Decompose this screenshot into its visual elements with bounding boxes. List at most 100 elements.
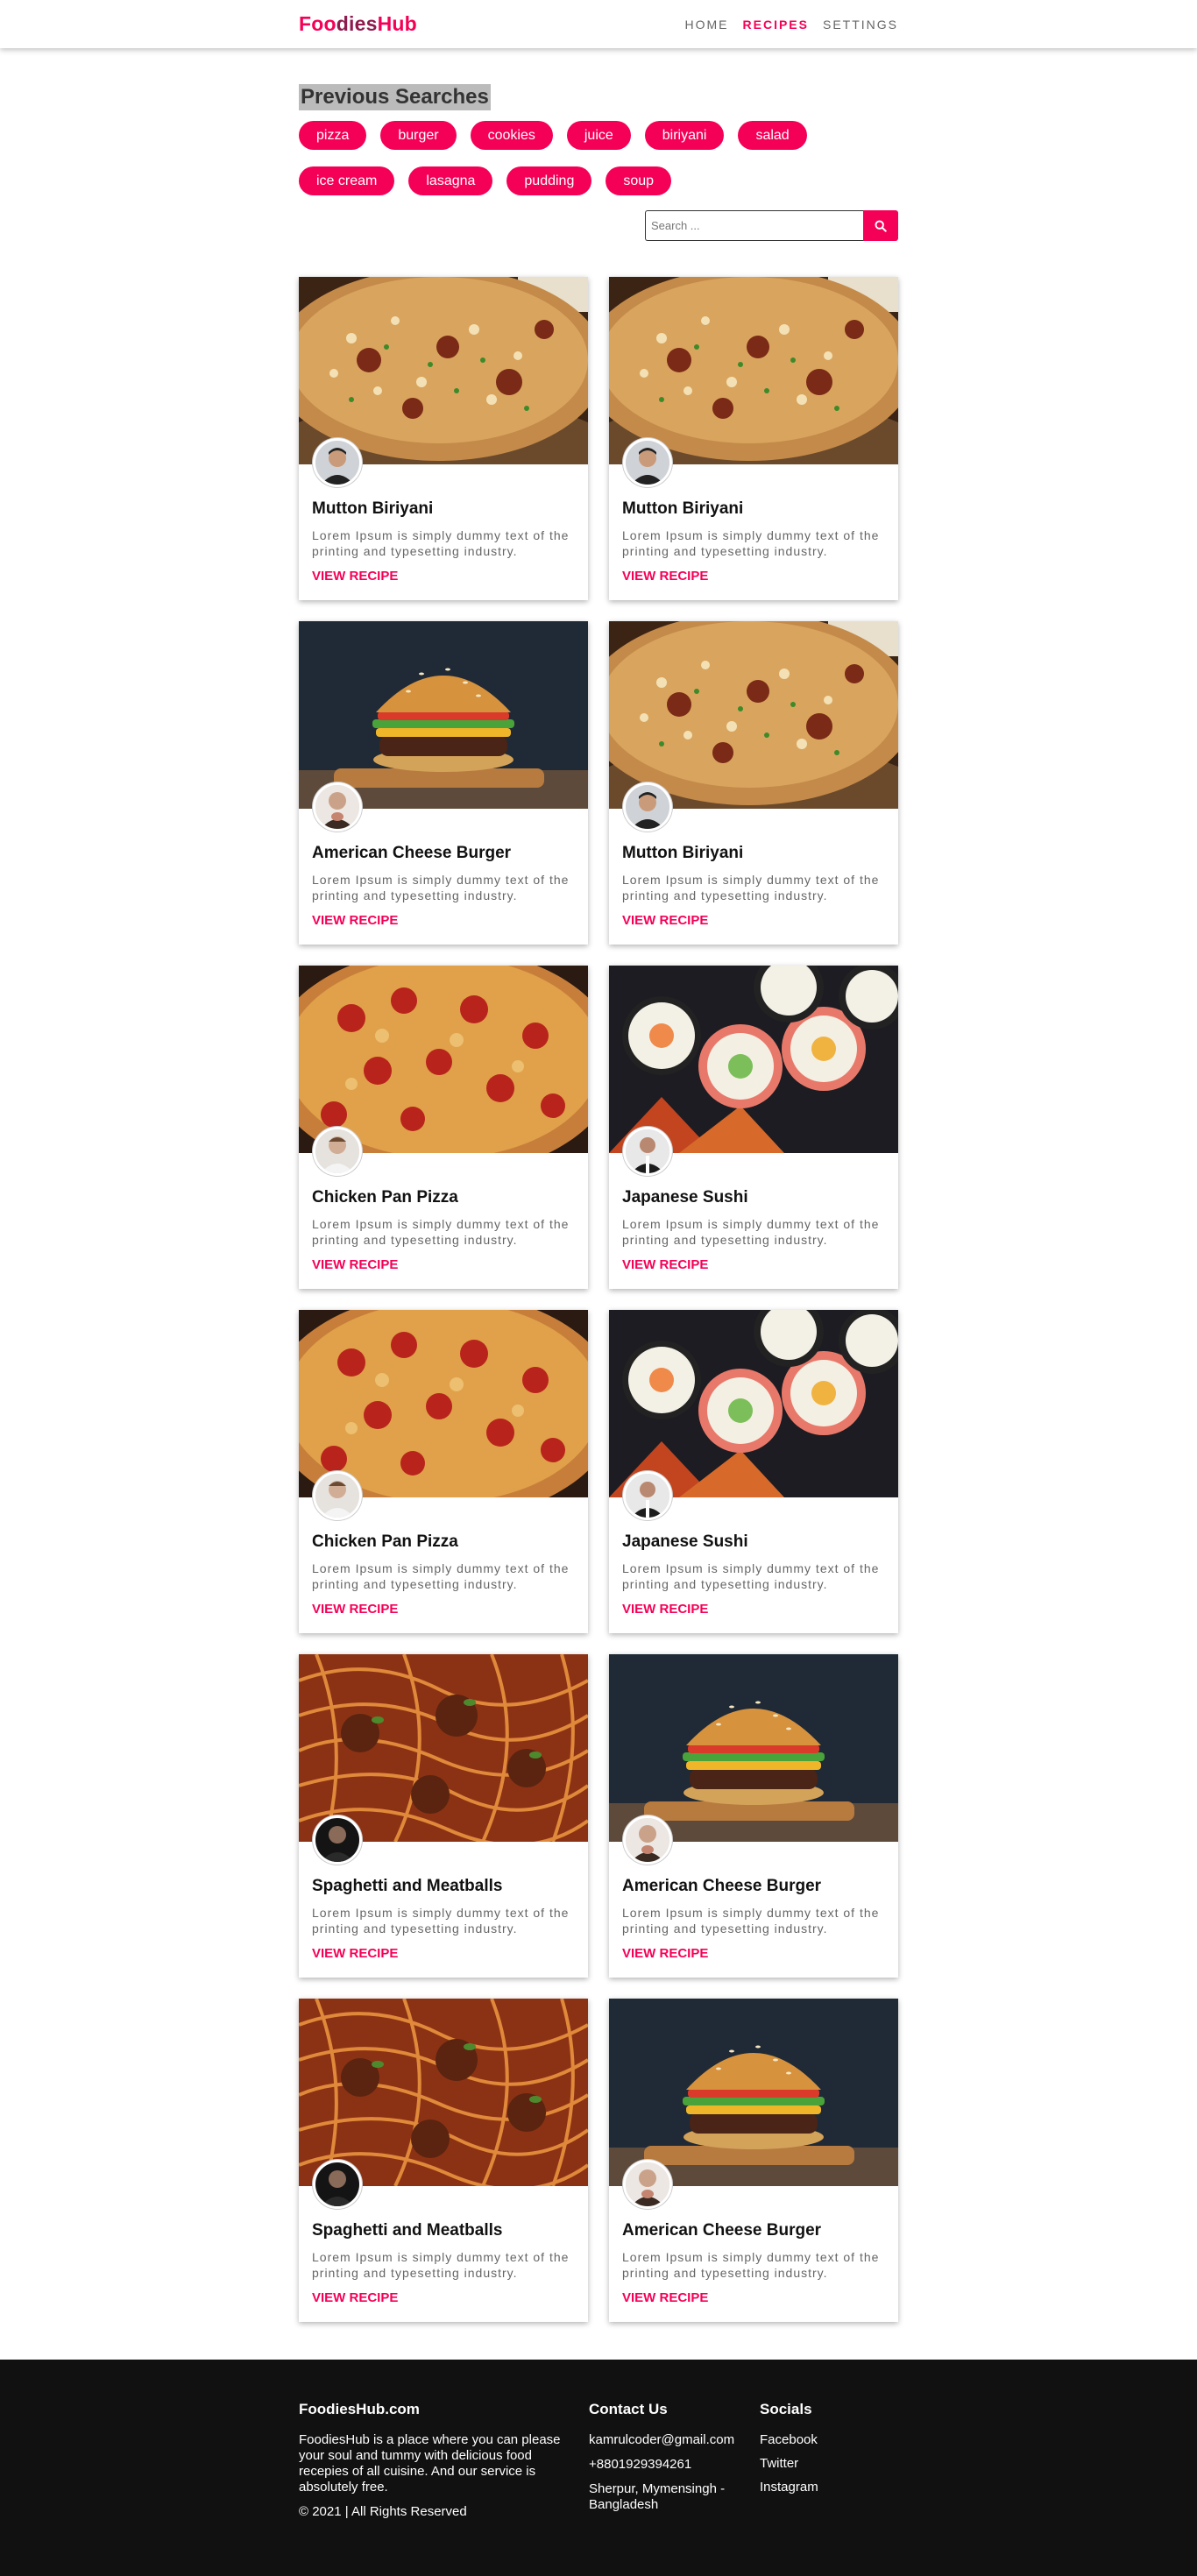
recipe-card-body: Japanese Sushi Lorem Ipsum is simply dum… [622, 1188, 889, 1272]
chef-avatar [313, 438, 362, 487]
view-recipe-link[interactable]: VIEW RECIPE [312, 913, 579, 928]
recipe-title: American Cheese Burger [622, 1877, 822, 1895]
recipe-image [609, 621, 898, 809]
recipe-description: Lorem Ipsum is simply dummy text of the … [622, 528, 880, 558]
recipe-card: American Cheese Burger Lorem Ipsum is si… [609, 1999, 898, 2322]
recipe-card: Mutton Biriyani Lorem Ipsum is simply du… [609, 277, 898, 600]
recipe-description: Lorem Ipsum is simply dummy text of the … [622, 1217, 880, 1247]
nav-recipes[interactable]: RECIPES [743, 18, 809, 32]
search-icon [875, 220, 887, 232]
recipe-image [609, 1654, 898, 1842]
search-chip-cookies[interactable]: cookies [470, 121, 553, 150]
footer-link-facebook[interactable]: Facebook [760, 2432, 891, 2447]
recipe-image [299, 1654, 588, 1842]
view-recipe-link[interactable]: VIEW RECIPE [622, 1946, 889, 1961]
recipe-description: Lorem Ipsum is simply dummy text of the … [622, 2250, 880, 2280]
chef-avatar [313, 1471, 362, 1520]
chef-avatar [623, 438, 672, 487]
recipe-title: Japanese Sushi [622, 1532, 748, 1551]
recipe-card-body: Mutton Biriyani Lorem Ipsum is simply du… [622, 499, 889, 584]
brand-part-3: Hub [377, 12, 417, 35]
recipe-image [299, 1310, 588, 1497]
nav-links: HOME RECIPES SETTINGS [685, 18, 898, 32]
recipe-title: Mutton Biriyani [622, 499, 744, 518]
recipe-card: Japanese Sushi Lorem Ipsum is simply dum… [609, 966, 898, 1289]
search-chips: pizza burger cookies juice biriyani salad ice … [299, 121, 898, 195]
chef-avatar [623, 1815, 672, 1865]
brand-part-1: Foo [299, 12, 336, 35]
view-recipe-link[interactable]: VIEW RECIPE [622, 913, 889, 928]
recipe-title: American Cheese Burger [312, 844, 512, 862]
search-chip-juice[interactable]: juice [566, 121, 631, 150]
nav-settings[interactable]: SETTINGS [823, 18, 898, 32]
chef-avatar [313, 2160, 362, 2209]
navbar-inner: FoodiesHub HOME RECIPES SETTINGS [299, 0, 898, 48]
recipe-image [609, 1999, 898, 2186]
footer-about-text: FoodiesHub is a place where you can plea… [299, 2432, 561, 2495]
view-recipe-link[interactable]: VIEW RECIPE [312, 2290, 579, 2305]
chef-avatar [313, 782, 362, 832]
recipe-description: Lorem Ipsum is simply dummy text of the … [312, 873, 570, 902]
brand-logo[interactable]: FoodiesHub [299, 12, 417, 36]
footer-phone: +8801929394261 [589, 2457, 692, 2472]
view-recipe-link[interactable]: VIEW RECIPE [312, 1946, 579, 1961]
footer-email: kamrulcoder@gmail.com [589, 2432, 735, 2447]
search-chip-pizza[interactable]: pizza [299, 121, 367, 150]
search-row [299, 210, 898, 241]
footer-about: FoodiesHub.com FoodiesHub is a place whe… [299, 2401, 579, 2520]
footer-link-twitter[interactable]: Twitter [760, 2456, 891, 2471]
view-recipe-link[interactable]: VIEW RECIPE [312, 1257, 579, 1272]
search-button[interactable] [863, 210, 898, 241]
footer-contact: Contact Us kamrulcoder@gmail.com +880192… [589, 2401, 755, 2522]
brand-part-2: dies [336, 12, 378, 35]
recipe-card-body: American Cheese Burger Lorem Ipsum is si… [622, 1877, 889, 1961]
recipe-card-body: Japanese Sushi Lorem Ipsum is simply dum… [622, 1532, 889, 1617]
footer-link-instagram[interactable]: Instagram [760, 2480, 891, 2495]
view-recipe-link[interactable]: VIEW RECIPE [312, 569, 579, 584]
search-chip-burger[interactable]: burger [380, 121, 457, 150]
recipe-card-body: American Cheese Burger Lorem Ipsum is si… [312, 844, 579, 928]
view-recipe-link[interactable]: VIEW RECIPE [622, 2290, 889, 2305]
recipe-description: Lorem Ipsum is simply dummy text of the … [312, 1561, 570, 1591]
recipe-description: Lorem Ipsum is simply dummy text of the … [312, 1217, 570, 1247]
search-chip-pudding[interactable]: pudding [506, 166, 592, 195]
recipe-description: Lorem Ipsum is simply dummy text of the … [622, 1906, 880, 1936]
recipe-card-body: American Cheese Burger Lorem Ipsum is si… [622, 2221, 889, 2305]
recipe-card-body: Spaghetti and Meatballs Lorem Ipsum is s… [312, 1877, 579, 1961]
search-chip-lasagna[interactable]: lasagna [408, 166, 493, 195]
recipe-title: Mutton Biriyani [622, 844, 744, 862]
chef-avatar [623, 1127, 672, 1176]
recipe-image [299, 1999, 588, 2186]
footer: FoodiesHub.com FoodiesHub is a place whe… [0, 2360, 1197, 2576]
chef-avatar [623, 2160, 672, 2209]
recipe-image [609, 966, 898, 1153]
search-chip-ice-cream[interactable]: ice cream [299, 166, 395, 195]
recipe-description: Lorem Ipsum is simply dummy text of the … [622, 1561, 880, 1591]
navbar: FoodiesHub HOME RECIPES SETTINGS [0, 0, 1197, 48]
recipe-card: American Cheese Burger Lorem Ipsum is si… [609, 1654, 898, 1978]
footer-about-heading: FoodiesHub.com [299, 2401, 420, 2417]
search-chip-soup[interactable]: soup [606, 166, 672, 195]
recipe-card-body: Mutton Biriyani Lorem Ipsum is simply du… [312, 499, 579, 584]
chef-avatar [623, 782, 672, 832]
view-recipe-link[interactable]: VIEW RECIPE [622, 1602, 889, 1617]
recipe-title: Japanese Sushi [622, 1188, 748, 1207]
view-recipe-link[interactable]: VIEW RECIPE [622, 569, 889, 584]
search-chip-biriyani[interactable]: biriyani [644, 121, 725, 150]
recipe-card: American Cheese Burger Lorem Ipsum is si… [299, 621, 588, 945]
search-chip-salad[interactable]: salad [738, 121, 807, 150]
recipe-description: Lorem Ipsum is simply dummy text of the … [622, 873, 880, 902]
nav-home[interactable]: HOME [685, 18, 729, 32]
recipe-card: Mutton Biriyani Lorem Ipsum is simply du… [609, 621, 898, 945]
recipe-description: Lorem Ipsum is simply dummy text of the … [312, 1906, 570, 1936]
recipe-grid: Mutton Biriyani Lorem Ipsum is simply du… [299, 277, 898, 2322]
view-recipe-link[interactable]: VIEW RECIPE [622, 1257, 889, 1272]
footer-contact-heading: Contact Us [589, 2401, 668, 2417]
recipe-card: Japanese Sushi Lorem Ipsum is simply dum… [609, 1310, 898, 1633]
recipe-card-body: Spaghetti and Meatballs Lorem Ipsum is s… [312, 2221, 579, 2305]
recipe-title: Spaghetti and Meatballs [312, 1877, 503, 1895]
recipe-card: Spaghetti and Meatballs Lorem Ipsum is s… [299, 1654, 588, 1978]
search-input[interactable] [645, 210, 863, 241]
view-recipe-link[interactable]: VIEW RECIPE [312, 1602, 579, 1617]
search-box [645, 210, 898, 241]
